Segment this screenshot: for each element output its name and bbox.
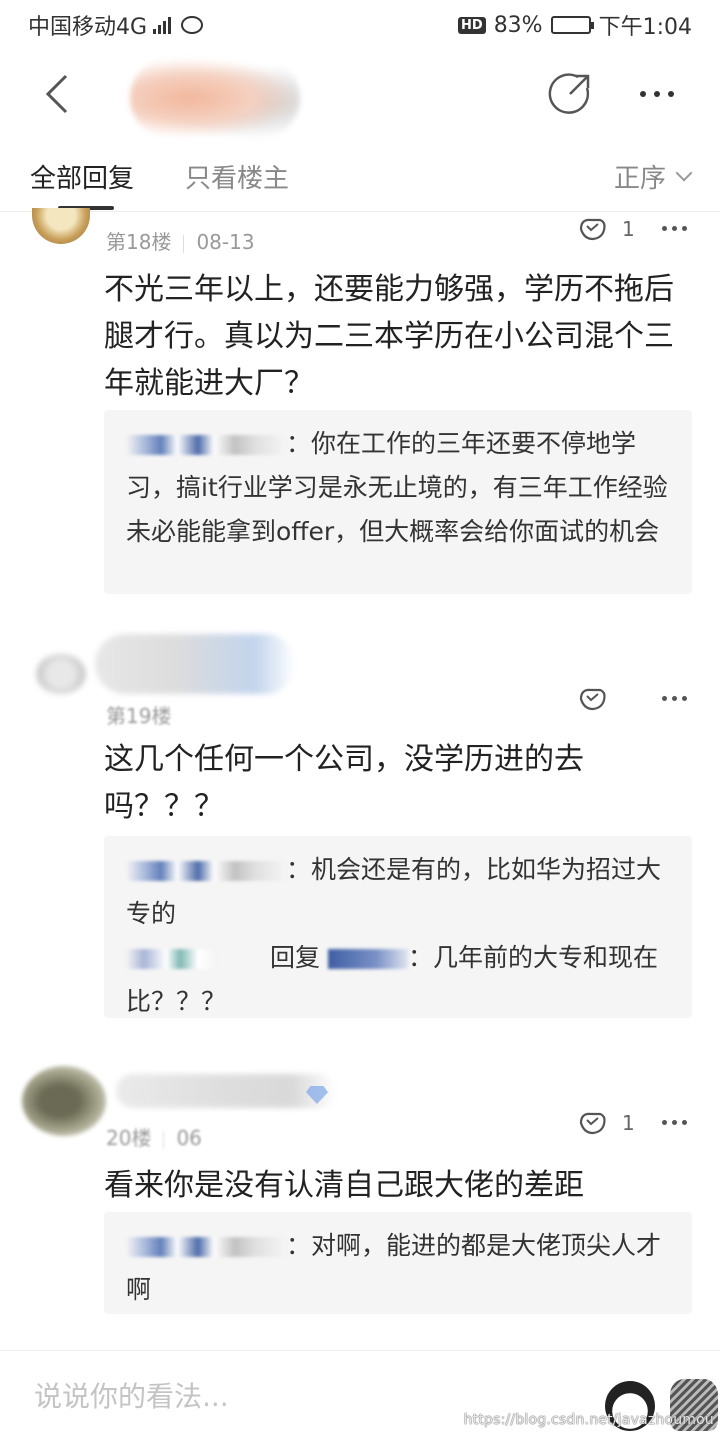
post-body: 这几个任何一个公司，没学历进的去吗？？？ bbox=[104, 742, 584, 824]
hd-badge: HD bbox=[458, 16, 486, 34]
battery-icon bbox=[550, 16, 594, 34]
sort-dropdown[interactable]: 正序 bbox=[613, 158, 693, 195]
nav-bar bbox=[0, 50, 720, 140]
floor-number: 第19楼 bbox=[106, 704, 172, 728]
user-avatar[interactable] bbox=[36, 654, 86, 694]
post-floor-18: 第18楼 08-13 1 不光三年以上，还要能力够强，学历不拖后腿才行。真以为二三… bbox=[0, 208, 720, 604]
like-count: 1 bbox=[622, 1111, 635, 1135]
comment-input[interactable]: 说说你的看法... bbox=[34, 1375, 229, 1415]
like-button[interactable]: 1 bbox=[578, 1110, 635, 1136]
reply-tabs: 全部回复 只看楼主 正序 bbox=[0, 140, 720, 212]
floor-info: 第18楼 08-13 bbox=[106, 226, 255, 255]
status-left: 中国移动4G bbox=[28, 9, 204, 41]
reply-box[interactable]: ：对啊，能进的都是大佬顶尖人才啊 bbox=[104, 1212, 692, 1314]
reply-item: ：机会还是有的，比如华为招过大专的 bbox=[126, 848, 670, 936]
reply-username[interactable] bbox=[126, 435, 286, 455]
reply-username[interactable] bbox=[126, 949, 216, 969]
post-date: 06 bbox=[176, 1126, 202, 1150]
watermark: https://blog.csdn.net/javazhoumou bbox=[463, 1412, 714, 1428]
like-button[interactable]: 1 bbox=[578, 216, 635, 242]
tab-all-replies[interactable]: 全部回复 bbox=[30, 158, 134, 195]
status-right: HD 83% 下午1:04 bbox=[458, 9, 692, 41]
floor-number: 第18楼 bbox=[106, 230, 172, 254]
username-blurred[interactable] bbox=[95, 634, 295, 694]
tab-op-only[interactable]: 只看楼主 bbox=[185, 158, 289, 195]
post-body: 不光三年以上，还要能力够强，学历不拖后腿才行。真以为二三本学历在小公司混个三年就… bbox=[104, 272, 674, 401]
post-more-icon[interactable] bbox=[662, 226, 687, 231]
back-arrow-icon[interactable] bbox=[40, 72, 80, 116]
battery-percent: 83% bbox=[493, 12, 543, 38]
carrier-label: 中国移动4G bbox=[28, 15, 148, 40]
reply-item: 回复 ：几年前的大专和现在比？？？ bbox=[126, 936, 670, 1024]
reply-username[interactable] bbox=[126, 861, 286, 881]
more-options-icon[interactable] bbox=[640, 84, 684, 104]
share-icon[interactable] bbox=[548, 72, 592, 116]
post-floor-20: 20楼 06 1 看来你是没有认清自己跟大佬的差距 ：对啊，能进的都是大佬顶尖人才… bbox=[0, 1052, 720, 1322]
like-icon bbox=[579, 688, 606, 711]
message-icon bbox=[181, 16, 204, 34]
post-more-icon[interactable] bbox=[662, 696, 687, 701]
sort-label: 正序 bbox=[613, 164, 666, 194]
floor-info: 第19楼 bbox=[106, 700, 171, 729]
reply-box[interactable]: ：机会还是有的，比如华为招过大专的 回复 ：几年前的大专和现在比？？？ bbox=[104, 836, 692, 1018]
signal-icon bbox=[153, 16, 172, 34]
post-body: 看来你是没有认清自己跟大佬的差距 bbox=[104, 1168, 584, 1203]
like-icon bbox=[579, 218, 606, 241]
chevron-down-icon bbox=[675, 164, 693, 181]
post-more-icon[interactable] bbox=[662, 1120, 687, 1125]
reply-word: 回复 bbox=[270, 943, 321, 972]
post-floor-19: 第19楼 这几个任何一个公司，没学历进的去吗？？？ ：机会还是有的，比如华为招过… bbox=[0, 624, 720, 1024]
status-bar: 中国移动4G HD 83% 下午1:04 bbox=[0, 0, 720, 50]
reply-target-username[interactable] bbox=[327, 949, 408, 969]
clock: 下午1:04 bbox=[598, 15, 692, 40]
floor-number: 20楼 bbox=[106, 1126, 152, 1150]
like-icon bbox=[579, 1112, 606, 1135]
user-avatar[interactable] bbox=[22, 1066, 106, 1136]
reply-box[interactable]: ：你在工作的三年还要不停地学习，搞it行业学习是永无止境的，有三年工作经验未必能… bbox=[104, 410, 692, 594]
username-blurred[interactable] bbox=[116, 1074, 336, 1108]
post-date: 08-13 bbox=[196, 230, 255, 254]
floor-info: 20楼 06 bbox=[106, 1122, 202, 1151]
reply-username[interactable] bbox=[126, 1237, 286, 1257]
user-avatar[interactable] bbox=[32, 208, 90, 244]
like-button[interactable] bbox=[578, 686, 608, 712]
like-count: 1 bbox=[622, 217, 635, 241]
author-avatar[interactable] bbox=[130, 58, 300, 138]
